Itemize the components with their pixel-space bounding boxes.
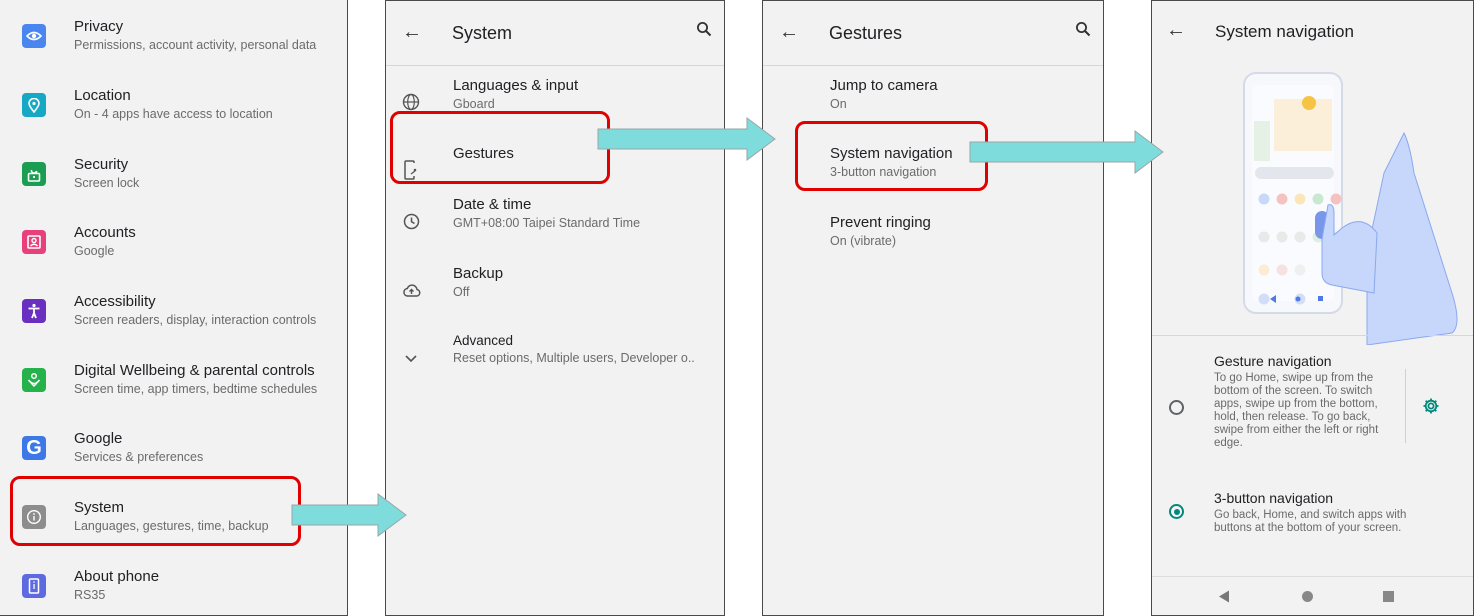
chevron-down-icon — [400, 347, 422, 369]
settings-item-location[interactable]: Location On - 4 apps have access to loca… — [0, 85, 347, 149]
gear-icon[interactable] — [1422, 397, 1440, 420]
divider — [1152, 335, 1473, 336]
highlight-gestures — [390, 111, 610, 184]
radio-selected[interactable] — [1169, 504, 1184, 519]
search-icon[interactable] — [696, 21, 712, 42]
settings-item-accessibility[interactable]: Accessibility Screen readers, display, i… — [0, 291, 347, 355]
page-title: Gestures — [829, 23, 903, 43]
settings-item-title: Accessibility — [74, 293, 156, 310]
back-arrow-icon[interactable]: ← — [779, 21, 799, 44]
radio-unselected[interactable] — [1169, 400, 1184, 415]
option-title: 3-button navigation — [1214, 490, 1334, 506]
menu-item-advanced[interactable]: Advanced Reset options, Multiple users, … — [386, 333, 724, 393]
menu-item-subtitle: GMT+08:00 Taipei Standard Time — [453, 216, 641, 230]
highlight-system — [10, 476, 301, 546]
page-title: System navigation — [1215, 22, 1354, 41]
settings-item-title: Digital Wellbeing & parental controls — [74, 362, 315, 379]
google-icon: G — [22, 436, 46, 460]
wellbeing-icon — [22, 368, 46, 392]
system-navigation-panel: ← System navigation Gesture navigation T… — [1151, 0, 1474, 616]
accounts-icon — [22, 230, 46, 254]
menu-item-title: Languages & input — [453, 77, 579, 94]
settings-item-subtitle: Screen readers, display, interaction con… — [74, 313, 317, 327]
menu-item-subtitle: Off — [453, 285, 470, 299]
settings-item-subtitle: Screen lock — [74, 176, 140, 190]
settings-item-title: About phone — [74, 568, 160, 585]
settings-item-title: Security — [74, 156, 129, 173]
navigation-bar — [1152, 576, 1473, 615]
menu-item-subtitle: On (vibrate) — [830, 234, 896, 248]
settings-item-subtitle: On - 4 apps have access to location — [74, 107, 273, 121]
menu-item-title: Prevent ringing — [830, 214, 931, 231]
menu-item-subtitle: On — [830, 97, 847, 111]
accessibility-icon — [22, 299, 46, 323]
menu-item-subtitle: Gboard — [453, 97, 495, 111]
settings-item-title: Accounts — [74, 224, 136, 241]
settings-item-subtitle: RS35 — [74, 588, 106, 602]
back-arrow-icon[interactable]: ← — [1166, 19, 1186, 42]
arrow-right-icon — [597, 117, 776, 161]
settings-item-subtitle: Screen time, app timers, bedtime schedul… — [74, 382, 318, 396]
location-icon — [22, 93, 46, 117]
highlight-system-navigation — [795, 121, 988, 191]
cloud-upload-icon — [400, 279, 422, 301]
menu-item-title: Jump to camera — [830, 77, 938, 94]
menu-item-title: Backup — [453, 265, 504, 282]
menu-item-subtitle: Reset options, Multiple users, Developer… — [453, 351, 695, 365]
arrow-right-icon — [969, 130, 1164, 174]
globe-icon — [400, 91, 422, 113]
gestures-panel: ← Gestures Jump to camera On System navi… — [762, 0, 1104, 616]
option-description: Go back, Home, and switch apps with butt… — [1214, 509, 1407, 534]
nav-recents-icon[interactable] — [1383, 591, 1394, 602]
option-3-button-navigation[interactable]: 3-button navigation Go back, Home, and s… — [1152, 489, 1473, 549]
back-arrow-icon[interactable]: ← — [402, 21, 422, 44]
settings-item-privacy[interactable]: Privacy Permissions, account activity, p… — [0, 16, 347, 80]
app-bar: ← Gestures — [763, 1, 1103, 66]
option-gesture-navigation[interactable]: Gesture navigation To go Home, swipe up … — [1152, 351, 1473, 467]
settings-item-title: Privacy — [74, 18, 124, 35]
option-title: Gesture navigation — [1214, 353, 1332, 369]
menu-item-backup[interactable]: Backup Off — [386, 265, 724, 325]
settings-item-security[interactable]: Security Screen lock — [0, 154, 347, 218]
page-title: System — [452, 23, 513, 43]
settings-item-about-phone[interactable]: About phone RS35 — [0, 566, 347, 615]
nav-back-icon[interactable] — [1218, 590, 1230, 608]
settings-item-digital-wellbeing[interactable]: Digital Wellbeing & parental controls Sc… — [0, 360, 347, 424]
vertical-divider — [1405, 369, 1406, 443]
privacy-icon — [22, 24, 46, 48]
settings-item-accounts[interactable]: Accounts Google — [0, 222, 347, 286]
lock-icon — [22, 162, 46, 186]
gesture-illustration — [1152, 63, 1473, 350]
phone-icon — [22, 574, 46, 598]
nav-home-icon[interactable] — [1302, 591, 1313, 602]
settings-item-title: Google — [74, 430, 123, 447]
settings-item-subtitle: Google — [74, 244, 115, 258]
menu-item-title: Advanced — [453, 333, 514, 348]
arrow-right-icon — [291, 493, 407, 537]
system-panel: ← System Languages & input Gboard Gestur… — [385, 0, 725, 616]
menu-item-date-time[interactable]: Date & time GMT+08:00 Taipei Standard Ti… — [386, 196, 724, 256]
search-icon[interactable] — [1075, 21, 1091, 42]
app-bar: ← System navigation — [1152, 1, 1473, 65]
settings-item-subtitle: Permissions, account activity, personal … — [74, 38, 317, 52]
menu-item-title: Date & time — [453, 196, 532, 213]
settings-item-title: Location — [74, 87, 131, 104]
app-bar: ← System — [386, 1, 724, 66]
settings-item-subtitle: Services & preferences — [74, 450, 204, 464]
option-description: To go Home, swipe up from the bottom of … — [1214, 372, 1379, 449]
clock-icon — [400, 210, 422, 232]
menu-item-prevent-ringing[interactable]: Prevent ringing On (vibrate) — [763, 214, 1103, 274]
